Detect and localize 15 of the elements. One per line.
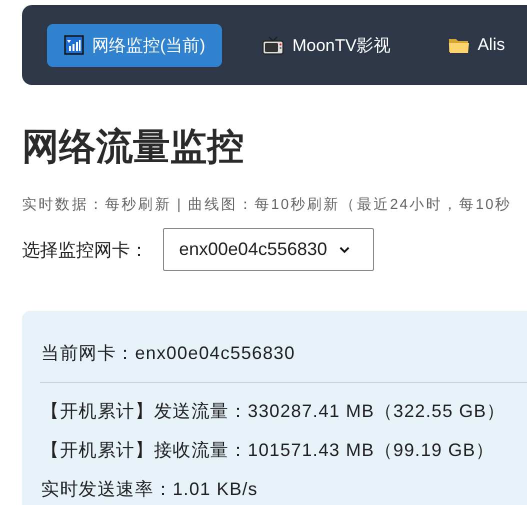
stat-line: 实时发送速率：1.01 KB/s: [41, 478, 258, 501]
select-label: 选择监控网卡：: [22, 238, 148, 262]
nav-tab[interactable]: Alis: [430, 24, 522, 66]
interface-dropdown[interactable]: enx00e04c556830: [163, 228, 374, 271]
current-interface: 当前网卡：enx00e04c556830: [41, 342, 296, 365]
refresh-note: 实时数据：每秒刷新 | 曲线图：每10秒刷新（最近24小时，每10秒: [22, 196, 512, 214]
page-title: 网络流量监控: [22, 125, 244, 169]
nav-tab[interactable]: 网络监控(当前): [47, 24, 222, 66]
stat-line: 【开机累计】接收流量：101571.43 MB（99.19 GB）: [41, 439, 495, 462]
stat-line: 【开机累计】发送流量：330287.41 MB（322.55 GB）: [41, 400, 506, 423]
chevron-icon: [339, 246, 350, 254]
nav-tab[interactable]: MoonTV影视: [245, 24, 408, 66]
television-icon: [262, 35, 284, 55]
folder-icon: [448, 36, 470, 54]
signal-bars-icon: [64, 35, 84, 55]
